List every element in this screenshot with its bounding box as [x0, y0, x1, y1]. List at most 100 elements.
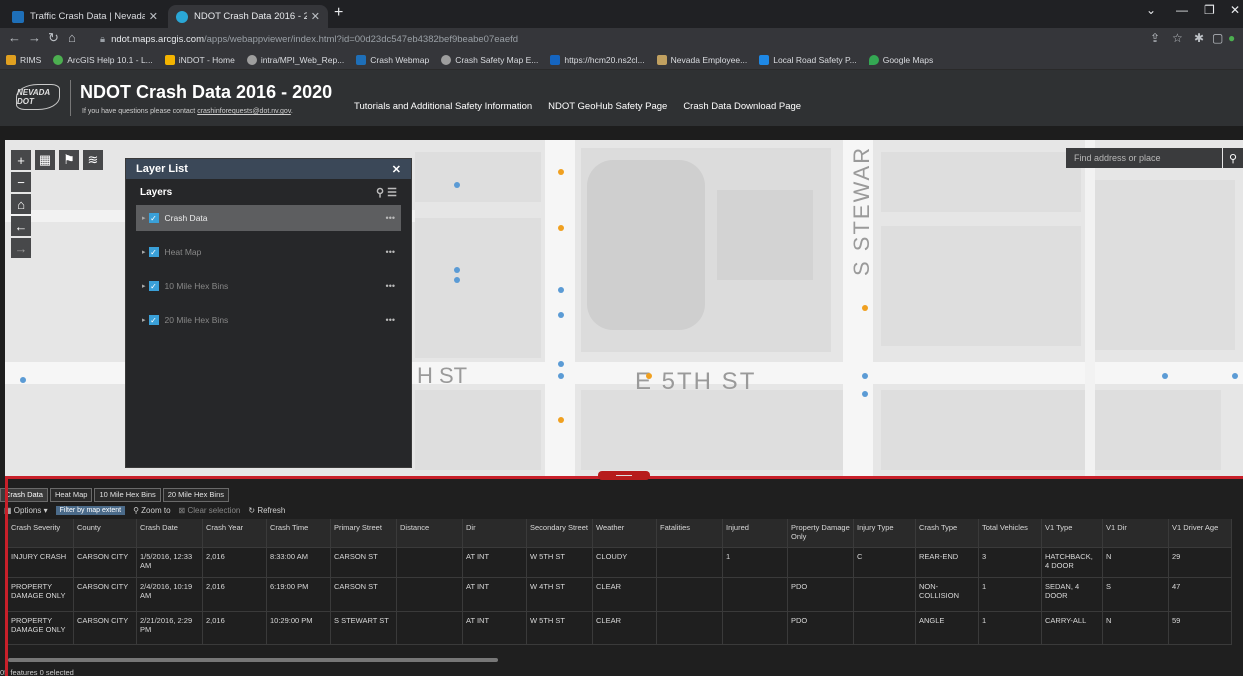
city-block [881, 226, 1081, 346]
close-tab-icon[interactable]: ✕ [149, 10, 158, 23]
table-cell: 29 [1169, 548, 1232, 577]
more-options-icon[interactable]: ••• [386, 315, 395, 325]
search-filter-icon[interactable]: ⚲ ☰ [376, 186, 397, 199]
geohub-safety-link[interactable]: NDOT GeoHub Safety Page [548, 101, 667, 112]
close-tab-icon[interactable]: ✕ [311, 10, 320, 23]
home-icon[interactable]: ⌂ [68, 30, 76, 45]
previous-extent-icon[interactable]: ← [11, 216, 31, 236]
table-cell: AT INT [463, 548, 527, 577]
crash-point [558, 225, 564, 231]
expand-arrow-icon[interactable]: ▸ [142, 248, 146, 256]
crash-data-download-link[interactable]: Crash Data Download Page [683, 101, 801, 112]
basemap-gallery-icon[interactable]: ▦ [35, 150, 55, 170]
address-bar[interactable]: 🔒︎ ndot.maps.arcgis.com /apps/webappview… [100, 31, 1180, 47]
table-cell: PDO [788, 578, 854, 611]
bookmark-crash-webmap[interactable]: Crash Webmap [356, 54, 429, 65]
reload-icon[interactable]: ↻ [48, 30, 59, 46]
horizontal-scrollbar[interactable] [8, 658, 498, 662]
crash-point [558, 312, 564, 318]
back-arrow-icon[interactable]: ← [8, 30, 21, 45]
bookmark-rims[interactable]: RIMS [6, 54, 41, 65]
url-path: /apps/webappviewer/index.html?id=00d23dc… [204, 33, 519, 45]
layer-item-heat-map[interactable]: ▸ ✓ Heat Map ••• [136, 239, 401, 265]
clear-selection-button[interactable]: ⊠ Clear selection [179, 506, 241, 515]
bookmark-intra-mpi[interactable]: intra/MPI_Web_Rep... [246, 54, 344, 65]
zoom-to-button[interactable]: ⚲ Zoom to [133, 506, 170, 515]
table-cell: CARSON ST [331, 548, 397, 577]
table-cell [397, 578, 463, 611]
zoom-out-button[interactable]: − [11, 172, 31, 192]
zoom-in-button[interactable]: + [11, 150, 31, 170]
crash-point [862, 305, 868, 311]
map-widget-toolbar: + ▦ ⚑ ≋ [11, 150, 103, 170]
expand-arrow-icon[interactable]: ▸ [142, 316, 146, 324]
layer-list-icon[interactable]: ≋ [83, 150, 103, 170]
table-cell: 1 [979, 612, 1042, 644]
options-menu[interactable]: ▦ Options ▾ [4, 506, 48, 515]
column-header: Dir [463, 519, 527, 547]
table-cell: AT INT [463, 578, 527, 611]
table-row[interactable]: PROPERTY DAMAGE ONLY CARSON CITY 2/21/2016… [8, 611, 1232, 645]
table-cell: 2,016 [203, 548, 267, 577]
checkbox-checked-icon[interactable]: ✓ [148, 213, 159, 223]
bookmark-nevada-employee[interactable]: Nevada Employee... [656, 54, 747, 65]
expand-arrow-icon[interactable]: ▸ [142, 214, 146, 222]
share-icon[interactable]: ⇪ [1150, 31, 1160, 45]
contact-email-link[interactable]: crashinforequests@dot.nv.gov [197, 108, 291, 115]
column-header: Property Damage Only [788, 519, 854, 547]
sidebar-icon[interactable]: ▢ [1212, 31, 1223, 45]
bookmark-crash-safety-map[interactable]: Crash Safety Map E... [441, 54, 538, 65]
more-options-icon[interactable]: ••• [386, 281, 395, 291]
tab-10-mile-hex-bins[interactable]: 10 Mile Hex Bins [94, 488, 161, 502]
address-search-input[interactable]: Find address or place [1066, 148, 1222, 168]
bookmark-hcm20[interactable]: https://hcm20.ns2cl... [550, 54, 645, 65]
checkbox-checked-icon[interactable]: ✓ [148, 315, 159, 325]
browser-tab-traffic-crash-data[interactable]: Traffic Crash Data | Nevada Depa ✕ [4, 5, 166, 28]
legend-icon[interactable]: ⚑ [59, 150, 79, 170]
table-row[interactable]: INJURY CRASH CARSON CITY 1/5/2016, 12:33 A… [8, 547, 1232, 577]
filter-by-map-extent-button[interactable]: Filter by map extent [55, 506, 126, 515]
search-icon[interactable]: ⚲ [1223, 148, 1243, 168]
refresh-button[interactable]: ↻ Refresh [248, 506, 285, 515]
layer-item-20-mile-hex-bins[interactable]: ▸ ✓ 20 Mile Hex Bins ••• [136, 307, 401, 333]
expand-arrow-icon[interactable]: ▸ [142, 282, 146, 290]
checkbox-checked-icon[interactable]: ✓ [148, 281, 159, 291]
close-window-icon[interactable]: ✕ [1230, 3, 1240, 17]
bookmark-indot-home[interactable]: iNDOT - Home [164, 54, 235, 65]
road-carson-st [545, 140, 575, 476]
table-cell: CARSON CITY [74, 548, 137, 577]
table-cell: CARSON CITY [74, 578, 137, 611]
table-cell: 2/21/2016, 2:29 PM [137, 612, 203, 644]
more-options-icon[interactable]: ••• [386, 213, 395, 223]
profile-avatar-icon[interactable]: ● [1228, 31, 1235, 45]
maximize-icon[interactable]: ❐ [1204, 3, 1215, 17]
layer-item-10-mile-hex-bins[interactable]: ▸ ✓ 10 Mile Hex Bins ••• [136, 273, 401, 299]
tutorials-link[interactable]: Tutorials and Additional Safety Informat… [354, 101, 532, 112]
bookmark-arcgis-help[interactable]: ArcGIS Help 10.1 - L... [53, 54, 153, 65]
attribute-table-tabs: Crash Data Heat Map 10 Mile Hex Bins 20 … [0, 488, 230, 502]
bookmark-google-maps[interactable]: Google Maps [868, 54, 933, 65]
crash-point [862, 373, 868, 379]
next-extent-icon[interactable]: → [11, 238, 31, 258]
tab-20-mile-hex-bins[interactable]: 20 Mile Hex Bins [162, 488, 230, 502]
more-options-icon[interactable]: ••• [386, 247, 395, 257]
extensions-icon[interactable]: ✱ [1194, 31, 1204, 45]
new-tab-button[interactable]: + [334, 4, 343, 22]
checkbox-checked-icon[interactable]: ✓ [148, 247, 159, 257]
home-extent-icon[interactable]: ⌂ [11, 194, 31, 214]
tab-crash-data[interactable]: Crash Data [0, 488, 48, 502]
bookmarks-bar: RIMS ArcGIS Help 10.1 - L... iNDOT - Hom… [0, 50, 1243, 70]
bookmark-local-road-safety[interactable]: Local Road Safety P... [759, 54, 857, 65]
table-row[interactable]: PROPERTY DAMAGE ONLY CARSON CITY 2/4/2016,… [8, 577, 1232, 611]
tab-heat-map[interactable]: Heat Map [49, 488, 93, 502]
close-icon[interactable]: ✕ [392, 163, 401, 176]
forward-arrow-icon[interactable]: → [28, 30, 41, 45]
browser-tab-ndot-crash-data[interactable]: NDOT Crash Data 2016 - 2020 ✕ [168, 5, 328, 28]
layer-item-crash-data[interactable]: ▸ ✓ Crash Data ••• [136, 205, 401, 231]
minimize-icon[interactable]: — [1176, 3, 1188, 17]
bookmark-star-icon[interactable]: ☆ [1172, 31, 1183, 45]
table-resize-handle[interactable] [598, 471, 650, 480]
browser-tabstrip: Traffic Crash Data | Nevada Depa ✕ NDOT … [0, 0, 1243, 28]
tab-search-icon[interactable]: ⌄ [1146, 3, 1156, 17]
crash-point [558, 417, 564, 423]
